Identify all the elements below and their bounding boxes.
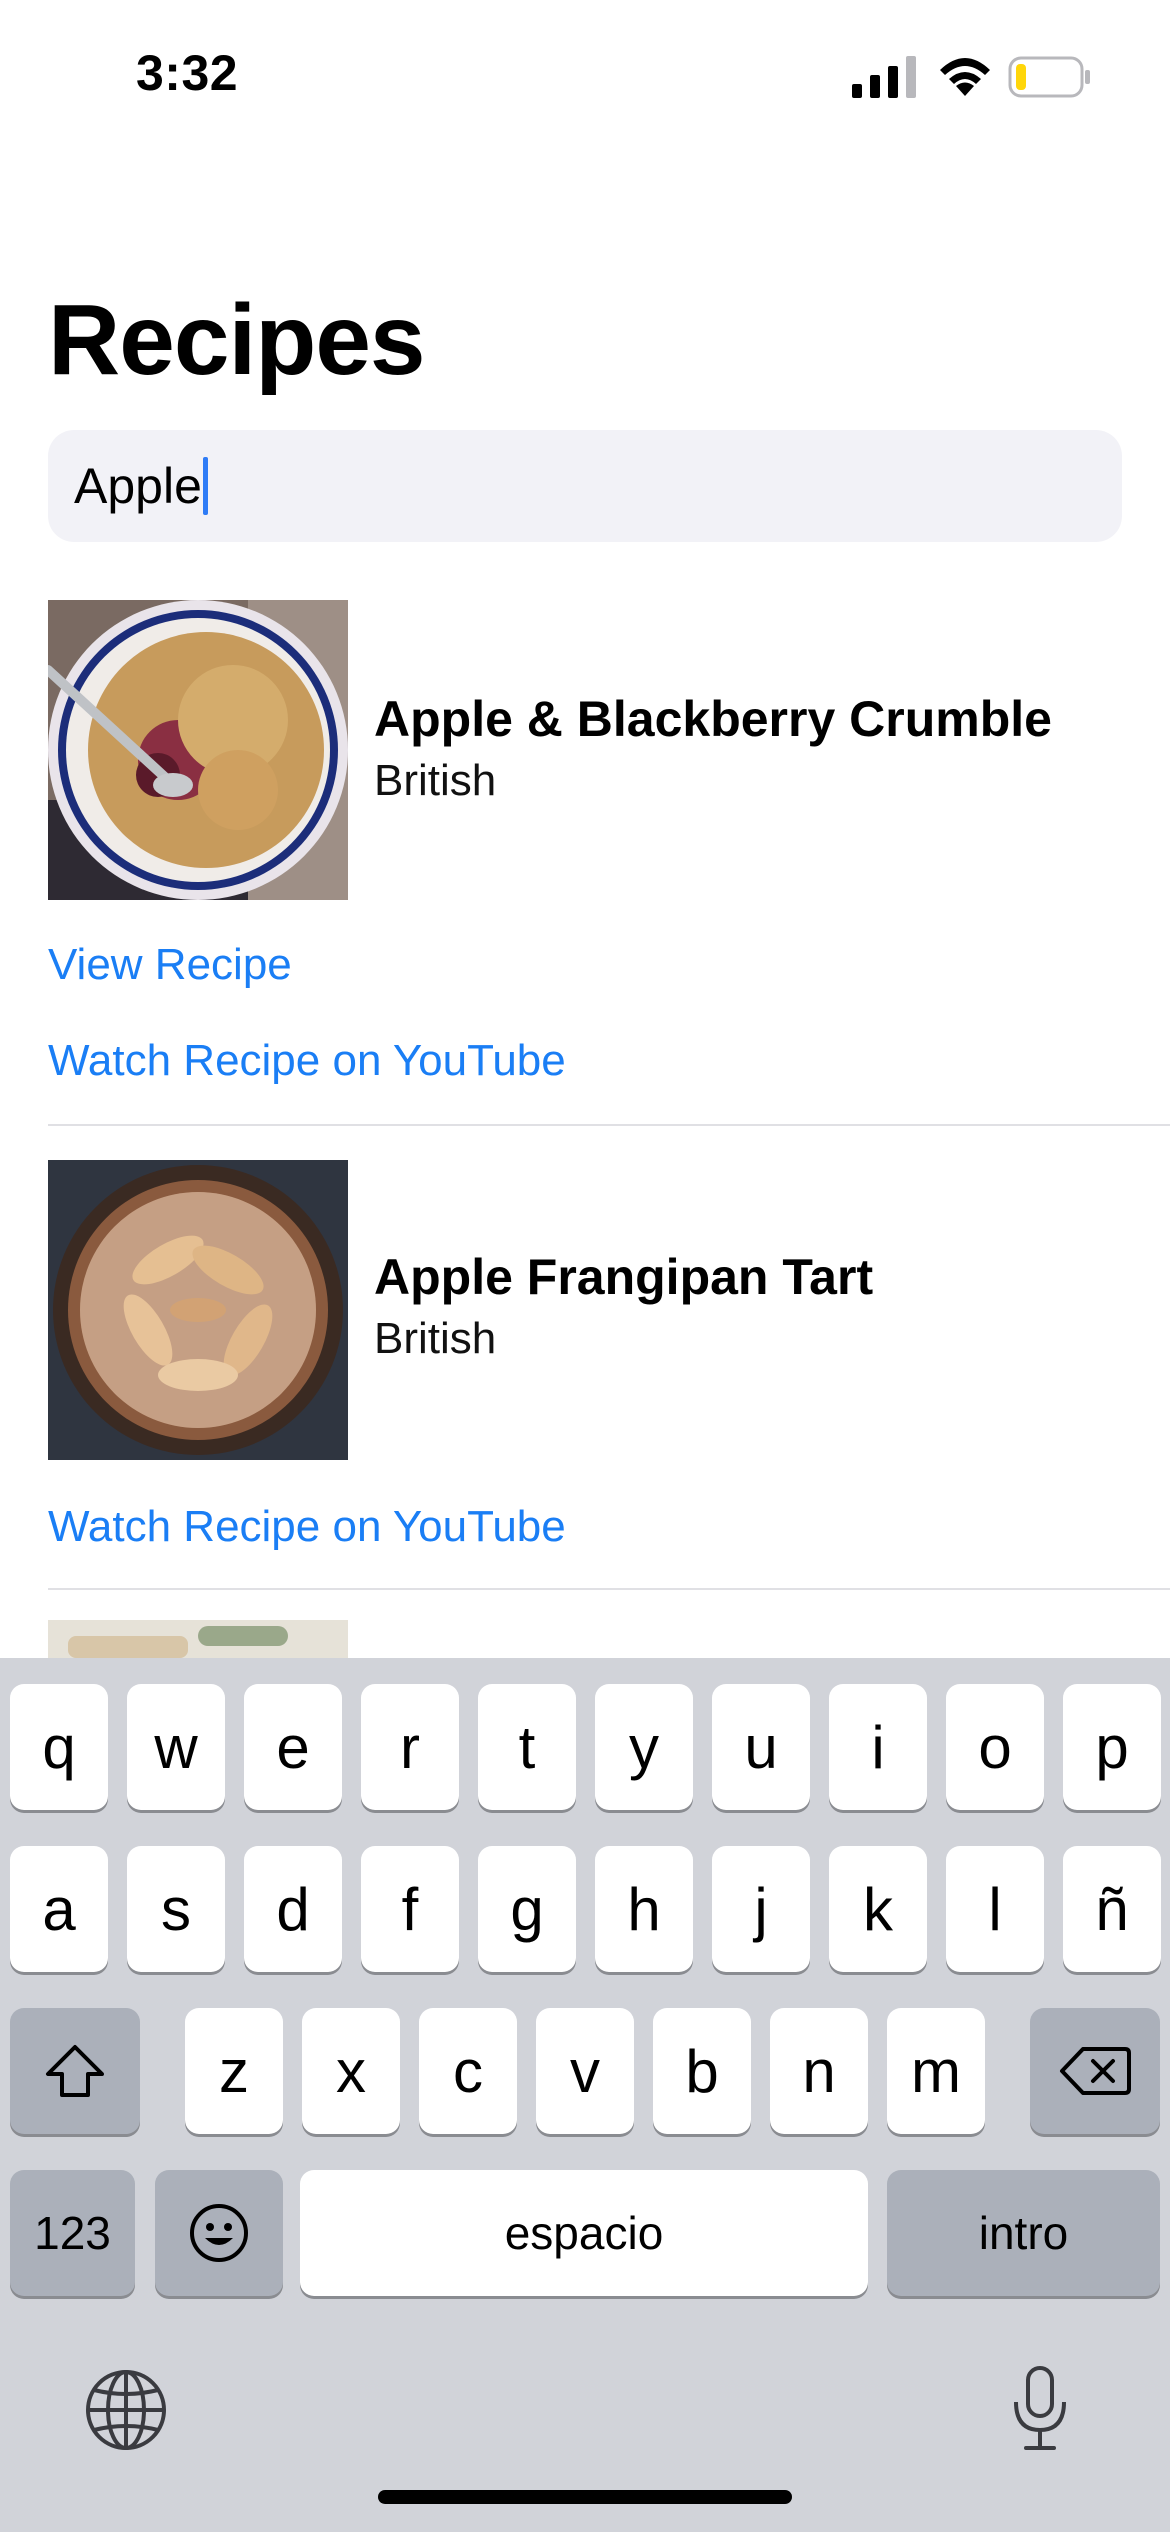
- recipe-title: Apple & Blackberry Crumble: [374, 691, 1052, 747]
- recipe-title: Apple Frangipan Tart: [374, 1249, 874, 1305]
- divider: [48, 1588, 1170, 1590]
- key-t[interactable]: t: [478, 1684, 576, 1810]
- delete-key[interactable]: [1030, 2008, 1160, 2134]
- space-key[interactable]: espacio: [300, 2170, 868, 2296]
- view-recipe-link[interactable]: View Recipe: [48, 940, 292, 990]
- divider: [48, 1124, 1170, 1126]
- key-r[interactable]: r: [361, 1684, 459, 1810]
- key-n[interactable]: n: [770, 2008, 868, 2134]
- keyboard: q w e r t y u i o p a s d f g h j k l ñ …: [0, 1658, 1170, 2532]
- key-p[interactable]: p: [1063, 1684, 1161, 1810]
- numbers-key[interactable]: 123: [10, 2170, 135, 2296]
- key-y[interactable]: y: [595, 1684, 693, 1810]
- emoji-icon: [190, 2204, 248, 2262]
- key-f[interactable]: f: [361, 1846, 459, 1972]
- search-field[interactable]: Apple: [48, 430, 1122, 542]
- key-c[interactable]: c: [419, 2008, 517, 2134]
- wifi-icon: [940, 58, 990, 96]
- key-k[interactable]: k: [829, 1846, 927, 1972]
- search-input[interactable]: Apple: [74, 457, 202, 515]
- key-v[interactable]: v: [536, 2008, 634, 2134]
- key-w[interactable]: w: [127, 1684, 225, 1810]
- shift-key[interactable]: [10, 2008, 140, 2134]
- key-m[interactable]: m: [887, 2008, 985, 2134]
- key-j[interactable]: j: [712, 1846, 810, 1972]
- status-time: 3:32: [136, 45, 239, 101]
- recipe-cuisine: British: [374, 756, 497, 805]
- key-h[interactable]: h: [595, 1846, 693, 1972]
- key-b[interactable]: b: [653, 2008, 751, 2134]
- key-i[interactable]: i: [829, 1684, 927, 1810]
- globe-icon[interactable]: [84, 2368, 168, 2452]
- recipe-thumbnail[interactable]: [48, 600, 348, 900]
- recipe-thumbnail-partial[interactable]: [48, 1620, 348, 1658]
- shift-icon: [46, 2045, 104, 2097]
- recipe-row[interactable]: Apple Frangipan Tart British Watch Recip…: [48, 1160, 1170, 1580]
- key-x[interactable]: x: [302, 2008, 400, 2134]
- emoji-key[interactable]: [155, 2170, 283, 2296]
- key-z[interactable]: z: [185, 2008, 283, 2134]
- recipe-thumbnail[interactable]: [48, 1160, 348, 1460]
- key-d[interactable]: d: [244, 1846, 342, 1972]
- key-e[interactable]: e: [244, 1684, 342, 1810]
- youtube-link[interactable]: Watch Recipe on YouTube: [48, 1502, 566, 1552]
- key-q[interactable]: q: [10, 1684, 108, 1810]
- recipe-cuisine: British: [374, 1314, 497, 1363]
- youtube-link[interactable]: Watch Recipe on YouTube: [48, 1036, 566, 1086]
- key-u[interactable]: u: [712, 1684, 810, 1810]
- recipe-row[interactable]: Apple & Blackberry Crumble British View …: [48, 600, 1170, 1120]
- key-g[interactable]: g: [478, 1846, 576, 1972]
- tart-image: [48, 1160, 348, 1460]
- delete-backspace-icon: [1060, 2047, 1131, 2095]
- page-title: Recipes: [48, 284, 426, 396]
- key-n-tilde[interactable]: ñ: [1063, 1846, 1161, 1972]
- key-a[interactable]: a: [10, 1846, 108, 1972]
- crumble-image: [48, 600, 348, 900]
- cellular-signal-icon: [852, 56, 916, 98]
- microphone-icon[interactable]: [1008, 2364, 1072, 2454]
- key-l[interactable]: l: [946, 1846, 1044, 1972]
- key-s[interactable]: s: [127, 1846, 225, 1972]
- status-bar: 3:32: [0, 0, 1170, 150]
- home-indicator[interactable]: [378, 2490, 792, 2504]
- text-caret: [202, 457, 208, 515]
- return-key[interactable]: intro: [887, 2170, 1160, 2296]
- key-o[interactable]: o: [946, 1684, 1044, 1810]
- battery-low-icon: [1008, 56, 1090, 98]
